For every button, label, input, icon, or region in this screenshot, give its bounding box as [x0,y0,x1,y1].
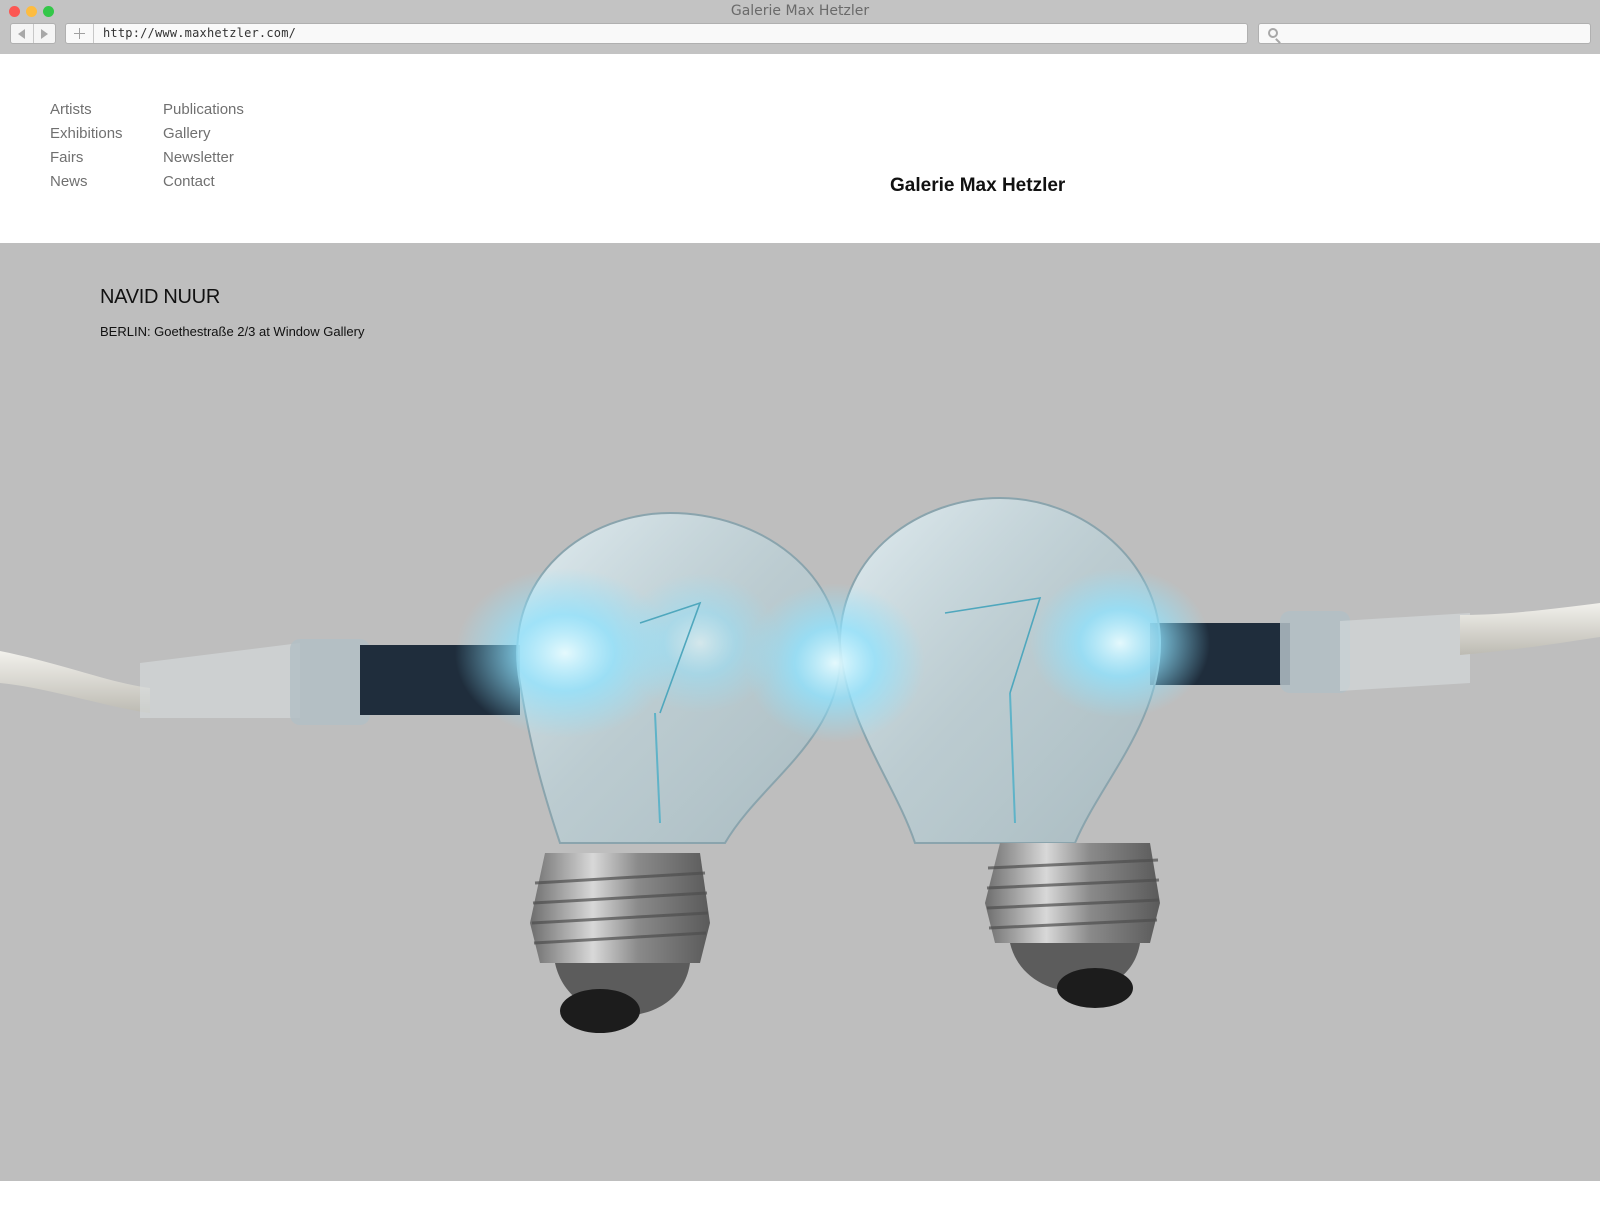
nav-artists[interactable]: Artists [50,100,163,120]
nav-exhibitions[interactable]: Exhibitions [50,124,163,144]
site-navigation: Artists Publications Exhibitions Gallery… [50,100,283,192]
nav-newsletter[interactable]: Newsletter [163,148,283,168]
address-bar[interactable]: http://www.maxhetzler.com/ [65,23,1248,44]
search-field[interactable] [1258,23,1591,44]
back-button[interactable] [11,24,33,43]
search-icon [1268,28,1278,38]
nav-publications[interactable]: Publications [163,100,283,120]
light-bulbs-illustration [0,496,1600,1033]
history-buttons [10,23,56,44]
site-logo[interactable]: Galerie Max Hetzler [890,175,1065,197]
add-bookmark-icon[interactable] [66,24,94,43]
url-text[interactable]: http://www.maxhetzler.com/ [103,26,296,40]
hero-artwork-image[interactable] [0,243,1600,1181]
nav-fairs[interactable]: Fairs [50,148,163,168]
nav-gallery[interactable]: Gallery [163,124,283,144]
forward-arrow-icon [40,28,48,39]
back-arrow-icon [18,28,26,39]
nav-news[interactable]: News [50,172,163,192]
exhibition-title[interactable]: NAVID NUUR [100,286,220,309]
forward-button[interactable] [32,24,56,43]
window-title: Galerie Max Hetzler [730,3,870,19]
exhibition-location: BERLIN: Goethestraße 2/3 at Window Galle… [100,324,365,339]
browser-chrome: Galerie Max Hetzler http://www.maxhetzle… [0,0,1600,54]
nav-contact[interactable]: Contact [163,172,283,192]
